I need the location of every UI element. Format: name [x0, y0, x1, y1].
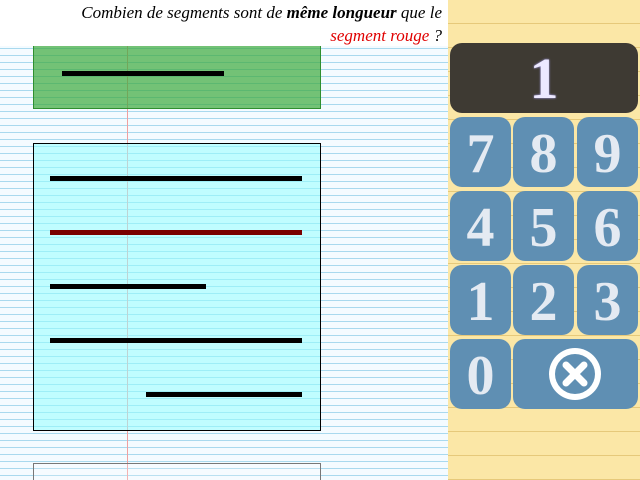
next-exercise-box [33, 463, 321, 480]
key-5[interactable]: 5 [513, 191, 574, 261]
clear-button[interactable] [513, 339, 638, 409]
reference-box [33, 46, 321, 109]
red-segment [50, 230, 302, 235]
key-6[interactable]: 6 [577, 191, 638, 261]
segment-4 [50, 338, 302, 343]
question-part3: ? [429, 26, 443, 45]
answer-display: 1 [450, 43, 638, 113]
close-circle-icon [549, 348, 601, 400]
key-9[interactable]: 9 [577, 117, 638, 187]
key-1[interactable]: 1 [450, 265, 511, 335]
reference-segment [62, 71, 224, 76]
question-red-text: segment rouge [330, 26, 430, 45]
segments-box [33, 143, 321, 431]
key-4[interactable]: 4 [450, 191, 511, 261]
segment-1 [50, 176, 302, 181]
key-7[interactable]: 7 [450, 117, 511, 187]
key-8[interactable]: 8 [513, 117, 574, 187]
question-bold: même longueur [286, 3, 397, 22]
question-part1: Combien de segments sont de [81, 3, 287, 22]
key-2[interactable]: 2 [513, 265, 574, 335]
key-0[interactable]: 0 [450, 339, 511, 409]
question-part2: que le [396, 3, 442, 22]
exercise-area: Combien de segments sont de même longueu… [0, 0, 448, 480]
question-text: Combien de segments sont de même longueu… [0, 0, 448, 46]
key-3[interactable]: 3 [577, 265, 638, 335]
segment-3 [50, 284, 206, 289]
segment-5 [146, 392, 302, 397]
